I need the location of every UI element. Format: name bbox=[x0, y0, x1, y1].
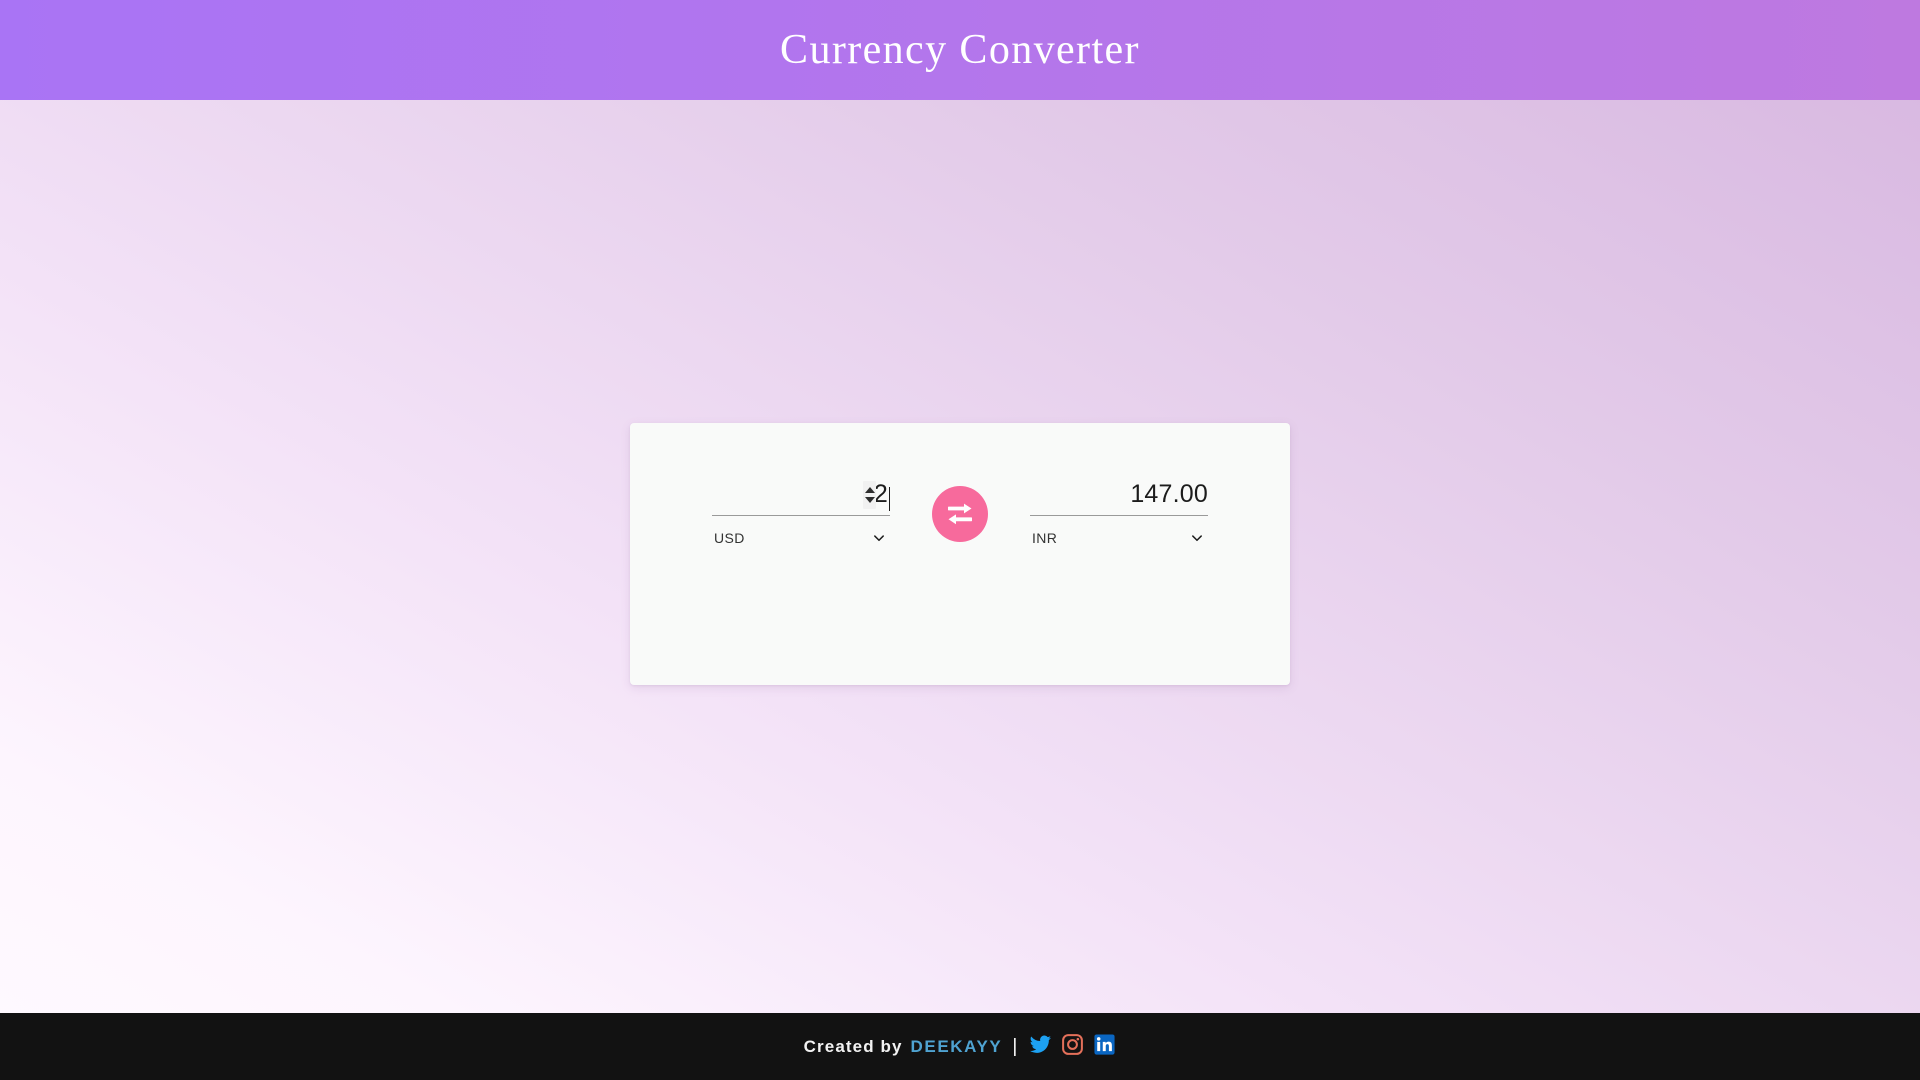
main-stage: 2 USD 147.00 INR bbox=[0, 100, 1920, 1013]
to-currency-select[interactable]: INR bbox=[1030, 525, 1208, 551]
to-currency-value: INR bbox=[1032, 530, 1058, 546]
text-caret bbox=[889, 486, 890, 511]
app-header: Currency Converter bbox=[0, 0, 1920, 100]
page-title: Currency Converter bbox=[780, 27, 1140, 73]
footer-separator: | bbox=[1012, 1036, 1018, 1057]
from-currency-value: USD bbox=[714, 530, 745, 546]
from-currency-group: 2 USD bbox=[712, 478, 890, 551]
linkedin-link[interactable] bbox=[1093, 1033, 1116, 1061]
chevron-down-icon bbox=[872, 531, 886, 545]
instagram-link[interactable] bbox=[1061, 1033, 1084, 1061]
twitter-icon bbox=[1029, 1033, 1052, 1061]
from-currency-select[interactable]: USD bbox=[712, 525, 890, 551]
to-amount-value: 147.00 bbox=[1130, 480, 1208, 508]
triangle-up-icon[interactable] bbox=[864, 487, 875, 493]
to-amount-field[interactable]: 147.00 bbox=[1030, 478, 1208, 516]
footer-credit: Created by DEEKAYY | bbox=[804, 1033, 1117, 1061]
from-amount-value: 2 bbox=[873, 480, 888, 508]
to-currency-group: 147.00 INR bbox=[1030, 478, 1208, 551]
converter-card: 2 USD 147.00 INR bbox=[630, 423, 1290, 685]
swap-currencies-button[interactable] bbox=[932, 486, 988, 542]
chevron-down-icon bbox=[1190, 531, 1204, 545]
footer-created-label: Created by bbox=[803, 1037, 903, 1056]
linkedin-icon bbox=[1093, 1033, 1116, 1061]
from-amount-field[interactable]: 2 bbox=[712, 478, 890, 516]
footer-author-link[interactable]: DEEKAYY bbox=[911, 1038, 1003, 1055]
converter-row: 2 USD 147.00 INR bbox=[630, 478, 1290, 568]
triangle-down-icon[interactable] bbox=[864, 497, 875, 503]
swap-horizontal-arrows-icon bbox=[945, 501, 975, 527]
instagram-icon bbox=[1061, 1033, 1084, 1061]
from-amount-stepper[interactable] bbox=[863, 481, 876, 509]
app-footer: Created by DEEKAYY | bbox=[0, 1013, 1920, 1080]
twitter-link[interactable] bbox=[1029, 1033, 1052, 1061]
